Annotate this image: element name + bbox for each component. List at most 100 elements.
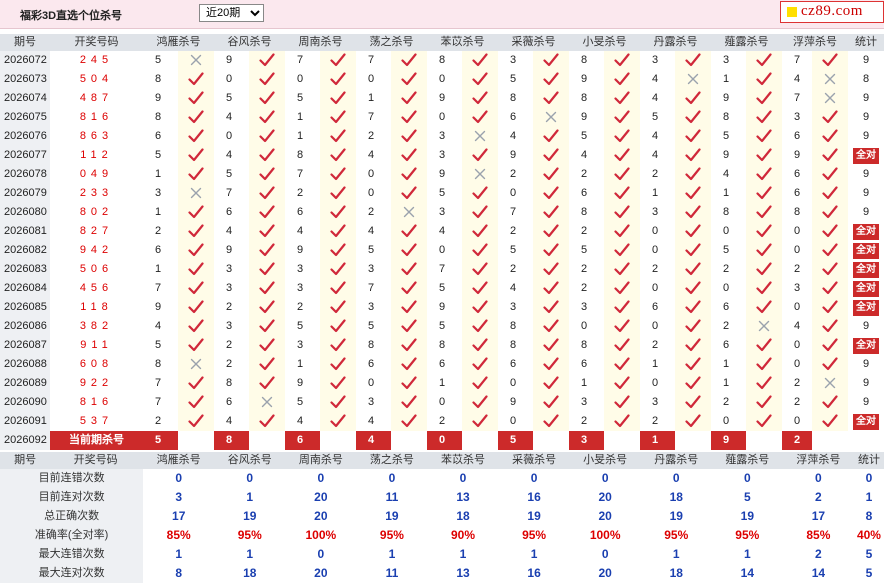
draw-number-cell: 233 [50, 184, 143, 203]
period-cell: 2026088 [0, 355, 50, 374]
kill-result-cell-ok [249, 51, 285, 70]
check-icon [822, 281, 838, 295]
check-icon [756, 186, 772, 200]
draw-number-cell: 827 [50, 222, 143, 241]
kill-value-cell: 5 [498, 70, 533, 89]
check-icon [685, 281, 701, 295]
stats-value: 11 [385, 566, 399, 580]
kill-result-cell-ok [249, 184, 285, 203]
kill-result-cell-ok [675, 393, 711, 412]
stats-value: 1 [743, 547, 751, 561]
stats-value: 18 [243, 566, 257, 580]
kill-value-cell: 3 [285, 260, 320, 279]
kill-result-cell-ok [249, 260, 285, 279]
check-icon [614, 72, 630, 86]
kill-value-cell: 0 [782, 241, 812, 260]
kill-result-cell-miss [249, 393, 285, 412]
kill-result-cell-ok [178, 298, 214, 317]
check-icon [822, 300, 838, 314]
period-select[interactable]: 近20期 [199, 4, 264, 22]
check-icon [330, 395, 346, 409]
kill-value-cell: 7 [143, 279, 178, 298]
period-cell: 2026072 [0, 51, 50, 70]
kill-result-cell-ok [391, 108, 427, 127]
kill-result-cell-ok [533, 241, 569, 260]
kill-result-cell-ok [604, 241, 640, 260]
site-logo[interactable]: cz89.com [780, 1, 884, 23]
stats-value: 0 [388, 471, 396, 485]
all-correct-badge: 全对 [853, 338, 879, 354]
kill-value-cell: 7 [285, 165, 320, 184]
kill-value-cell: 2 [569, 165, 604, 184]
kill-result-cell-miss [462, 165, 498, 184]
kill-result-cell-ok [533, 260, 569, 279]
kill-result-cell-ok [746, 393, 782, 412]
kill-value-cell: 8 [143, 355, 178, 374]
stats-value: 16 [527, 566, 541, 580]
kill-value-cell: 5 [143, 51, 178, 70]
check-icon [472, 319, 488, 333]
stats-col-zhounan: 周南杀号 [285, 452, 357, 469]
kill-value-cell: 5 [427, 184, 462, 203]
check-icon [330, 167, 346, 181]
cross-icon [403, 206, 415, 218]
kill-value-cell: 3 [569, 393, 604, 412]
kill-result-cell-ok [249, 336, 285, 355]
kill-value-cell: 6 [214, 393, 249, 412]
check-icon [259, 72, 275, 86]
kill-result-cell-ok [812, 51, 848, 70]
stats-value: 3 [175, 490, 183, 504]
table-row: 2026082 942 6 9 9 5 0 5 5 0 5 0 全对 [0, 241, 884, 260]
kill-value-cell: 3 [640, 393, 675, 412]
kill-result-cell-ok [533, 127, 569, 146]
kill-result-cell-ok [391, 374, 427, 393]
kill-result-cell-miss [746, 317, 782, 336]
check-icon [756, 262, 772, 276]
draw-number-cell: 112 [50, 146, 143, 165]
check-icon [259, 224, 275, 238]
check-icon [822, 129, 838, 143]
table-row: 2026079 233 3 7 2 0 5 0 6 1 1 6 9 [0, 184, 884, 203]
kill-value-cell: 5 [285, 393, 320, 412]
check-icon [756, 300, 772, 314]
check-icon [330, 110, 346, 124]
check-icon [472, 53, 488, 67]
current-kill-blank [391, 431, 427, 450]
kill-result-cell-ok [320, 374, 356, 393]
kill-result-cell-ok [675, 279, 711, 298]
draw-number-cell: 487 [50, 89, 143, 108]
kill-value-cell: 6 [214, 203, 249, 222]
check-icon [472, 224, 488, 238]
check-icon [188, 110, 204, 124]
period-cell: 2026087 [0, 336, 50, 355]
kill-result-cell-ok [462, 355, 498, 374]
all-correct-badge: 全对 [853, 243, 879, 259]
stats-value: 5 [743, 490, 751, 504]
col-xielu: 薤露杀号 [711, 34, 782, 51]
stat-cell: 9 [848, 127, 884, 146]
kill-result-cell-ok [746, 51, 782, 70]
check-icon [259, 186, 275, 200]
check-icon [543, 338, 559, 352]
top-bar: 福彩3D直选个位杀号 近20期 cz89.com [0, 0, 884, 29]
logo-text: cz89.com [801, 3, 863, 19]
kill-value-cell: 0 [356, 374, 391, 393]
check-icon [543, 395, 559, 409]
stats-value: 1 [175, 547, 183, 561]
stat-cell: 9 [848, 317, 884, 336]
kill-value-cell: 8 [782, 203, 812, 222]
draw-number-cell: 504 [50, 70, 143, 89]
check-icon [756, 376, 772, 390]
stats-label: 总正确次数 [0, 507, 144, 526]
check-icon [330, 376, 346, 390]
kill-result-cell-ok [249, 127, 285, 146]
check-icon [188, 395, 204, 409]
kill-value-cell: 5 [356, 241, 391, 260]
kill-value-cell: 8 [285, 146, 320, 165]
kill-result-cell-ok [462, 374, 498, 393]
check-icon [685, 414, 701, 428]
kill-value-cell: 5 [427, 317, 462, 336]
kill-value-cell: 8 [143, 70, 178, 89]
stats-label: 目前连对次数 [0, 488, 144, 507]
stats-col-xiaomin: 小旻杀号 [569, 452, 641, 469]
